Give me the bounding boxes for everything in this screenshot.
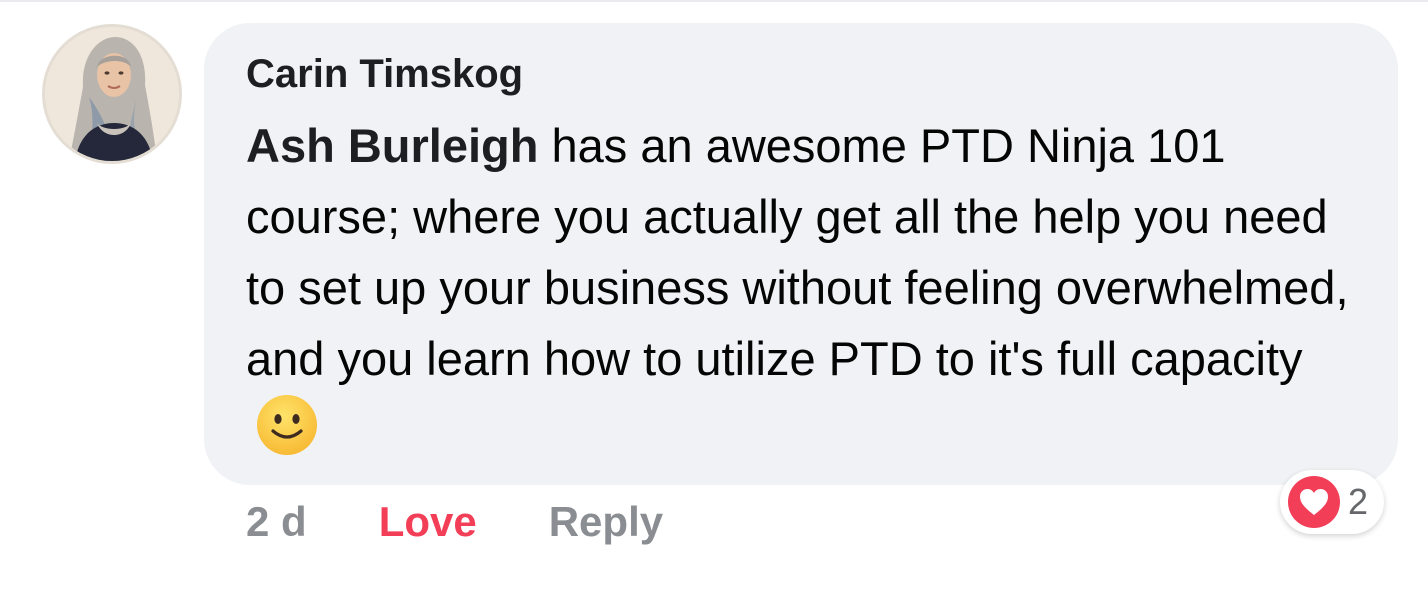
love-button[interactable]: Love	[379, 498, 477, 546]
heart-icon	[1288, 476, 1340, 528]
mention-link[interactable]: Ash Burleigh	[246, 119, 538, 172]
comment-view: Carin Timskog Ash Burleigh has an awesom…	[0, 0, 1428, 592]
reply-button[interactable]: Reply	[549, 498, 663, 546]
reaction-summary[interactable]: 2	[1280, 470, 1385, 534]
slightly-smiling-face-icon	[256, 394, 318, 456]
comment-body: Ash Burleigh has an awesome PTD Ninja 10…	[246, 110, 1366, 465]
comment-actions: 2 d Love Reply	[246, 494, 663, 550]
divider	[0, 0, 1428, 2]
comment-author-name[interactable]: Carin Timskog	[246, 48, 523, 100]
timestamp[interactable]: 2 d	[246, 498, 307, 546]
reaction-count: 2	[1348, 481, 1369, 522]
avatar[interactable]	[42, 24, 182, 164]
